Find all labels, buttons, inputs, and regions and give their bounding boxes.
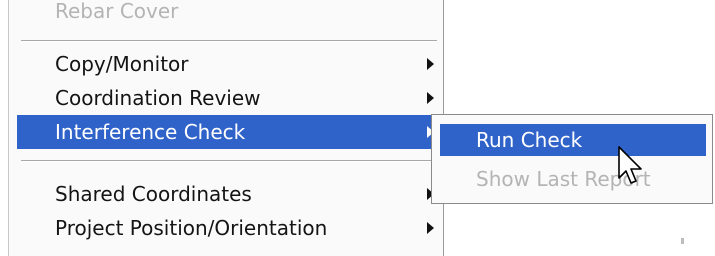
submenu-item-label: Run Check [476,128,583,152]
menu-item-label: Copy/Monitor [55,52,189,76]
menu-item-project-position-orientation[interactable]: Project Position/Orientation [17,211,441,245]
menu-item-label: Coordination Review [55,86,261,110]
menu-item-coordination-review[interactable]: Coordination Review [17,81,441,115]
menu-item-label: Shared Coordinates [55,182,252,206]
mouse-pointer-icon [618,146,642,184]
context-menu: Rebar Cover Copy/Monitor Coordination Re… [8,0,444,256]
submenu-item-show-last-report: Show Last Report [440,163,706,195]
menu-item-label: Rebar Cover [55,0,179,23]
menu-item-copy-monitor[interactable]: Copy/Monitor [17,47,441,81]
decorative-speck [681,238,684,244]
submenu-arrow-icon [427,92,434,104]
submenu-arrow-icon [427,222,434,234]
menu-item-label: Interference Check [55,120,246,144]
menu-item-interference-check[interactable]: Interference Check [17,115,441,149]
menu-separator [21,160,437,162]
submenu-arrow-icon [427,58,434,70]
menu-item-label: Project Position/Orientation [55,216,328,240]
menu-separator [21,40,437,42]
interference-check-submenu: Run Check Show Last Report [431,114,713,204]
submenu-item-run-check[interactable]: Run Check [440,124,706,156]
menu-item-rebar-cover: Rebar Cover [17,0,441,28]
menu-item-shared-coordinates[interactable]: Shared Coordinates [17,177,441,211]
